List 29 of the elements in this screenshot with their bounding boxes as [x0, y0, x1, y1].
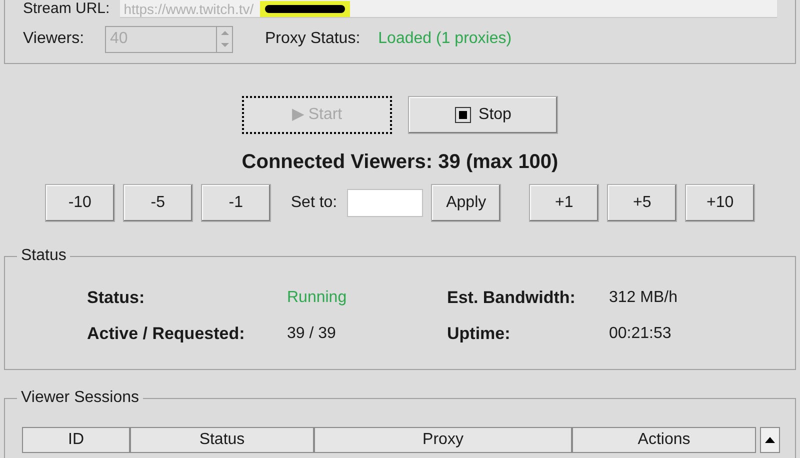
column-header[interactable]: Actions [572, 427, 756, 453]
status-field-label: Uptime: [447, 323, 512, 345]
scroll-up-icon[interactable] [760, 427, 780, 453]
set-to-input[interactable] [347, 189, 424, 217]
increase-button[interactable]: +5 [607, 184, 678, 222]
decrease-button[interactable]: -1 [200, 184, 271, 222]
set-to-label: Set to: [290, 193, 338, 213]
status-field-label: Active / Requested: [87, 323, 246, 345]
status-field-value: 39 / 39 [287, 324, 337, 344]
increase-button[interactable]: +10 [685, 184, 756, 222]
status-field-value: 312 MB/h [609, 288, 678, 308]
decrease-button[interactable]: -10 [44, 184, 115, 222]
column-header[interactable]: Status [130, 427, 314, 453]
stop-button[interactable]: Stop [408, 96, 558, 134]
column-header[interactable]: Proxy [314, 427, 572, 453]
proxy-status-value: Loaded (1 proxies) [378, 29, 512, 49]
viewers-label: Viewers: [23, 29, 86, 49]
status-field-value: 00:21:53 [609, 324, 672, 344]
stream-url-label: Stream URL: [23, 0, 110, 18]
increase-button[interactable]: +1 [529, 184, 600, 222]
proxy-status-label: Proxy Status: [265, 29, 360, 49]
status-field-label: Est. Bandwidth: [447, 287, 576, 309]
apply-button[interactable]: Apply [431, 184, 502, 222]
column-header[interactable]: ID [22, 427, 130, 453]
status-field-label: Status: [87, 287, 146, 309]
status-field-value: Running [287, 288, 348, 308]
connected-viewers-heading: Connected Viewers: 39 (max 100) [242, 150, 558, 174]
stop-icon [454, 107, 471, 123]
decrease-button[interactable]: -5 [122, 184, 193, 222]
